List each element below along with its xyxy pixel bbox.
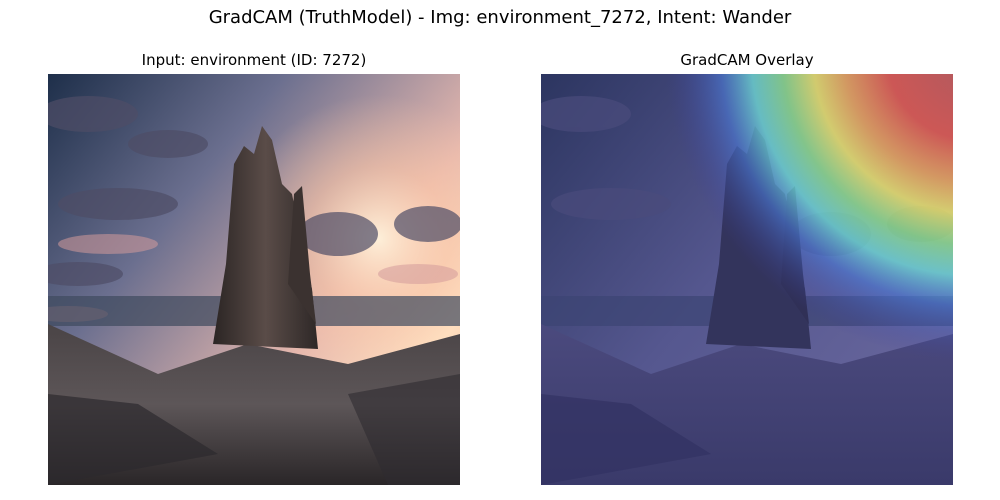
gradcam-panel-title: GradCAM Overlay: [680, 51, 814, 69]
input-panel-title: Input: environment (ID: 7272): [141, 51, 367, 69]
gradcam-overlay-image: [541, 74, 953, 485]
input-panel: Input: environment (ID: 7272): [48, 50, 460, 485]
input-image: [48, 74, 460, 485]
figure-title: GradCAM (TruthModel) - Img: environment_…: [208, 7, 792, 28]
gradcam-panel: GradCAM Overlay: [541, 50, 953, 485]
